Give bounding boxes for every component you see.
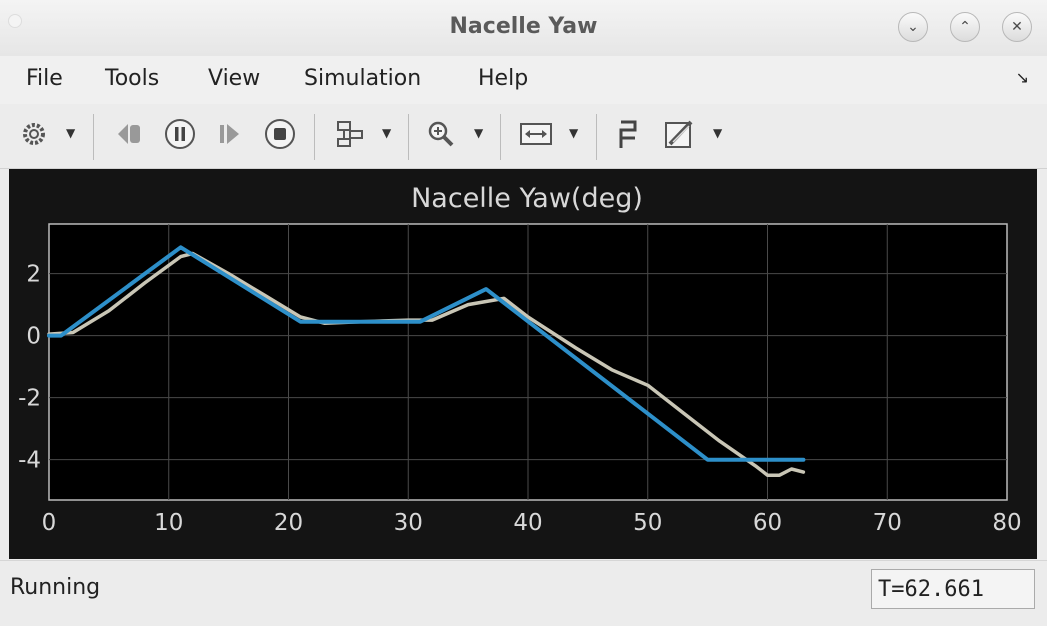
y-tick-label: 2 — [26, 262, 41, 288]
menu-simulation[interactable]: Simulation — [304, 66, 421, 91]
scope-plot-area[interactable]: Nacelle Yaw(deg) 0 10 20 30 40 50 60 70 80 2 0 -2 -4 — [9, 169, 1037, 559]
toolbar-separator — [596, 114, 597, 160]
maximize-button[interactable]: ⌃ — [950, 12, 980, 42]
menu-help[interactable]: Help — [478, 66, 528, 91]
simulation-time: T=62.661 — [871, 569, 1035, 609]
style-dropdown-icon[interactable]: ▼ — [713, 126, 722, 140]
zoom-in-icon[interactable] — [422, 116, 460, 152]
x-tick-label: 20 — [274, 510, 303, 536]
y-tick-label: 0 — [26, 324, 41, 350]
zoom-dropdown-icon[interactable]: ▼ — [474, 126, 483, 140]
x-tick-label: 30 — [394, 510, 423, 536]
toolbar-separator — [408, 114, 409, 160]
nacelle-yaw-chart[interactable]: Nacelle Yaw(deg) 0 10 20 30 40 50 60 70 8020-2-4 — [9, 169, 1037, 559]
dock-arrow-icon[interactable]: ↘ — [1016, 68, 1029, 87]
stop-icon[interactable] — [262, 116, 298, 152]
toolbar-separator — [314, 114, 315, 160]
y-tick-label: -4 — [18, 448, 41, 474]
x-tick-label: 60 — [753, 510, 782, 536]
x-tick-label: 40 — [513, 510, 542, 536]
status-bar: Running T=62.661 — [0, 560, 1047, 626]
window-title: Nacelle Yaw — [449, 14, 598, 39]
scope-window: Nacelle Yaw ⌄ ⌃ ✕ File Tools View Simula… — [0, 0, 1047, 626]
x-tick-label: 50 — [633, 510, 662, 536]
menu-file[interactable]: File — [26, 66, 63, 91]
x-tick-label: 10 — [154, 510, 183, 536]
menu-view[interactable]: View — [208, 66, 260, 91]
toolbar-separator — [500, 114, 501, 160]
step-forward-icon[interactable] — [212, 116, 248, 152]
toolbar: ▼ ▼ ▼ ▼ ▼ — [0, 104, 1047, 169]
edit-style-icon[interactable] — [660, 116, 698, 152]
fit-dropdown-icon[interactable]: ▼ — [569, 126, 578, 140]
title-bar[interactable]: Nacelle Yaw ⌄ ⌃ ✕ — [0, 0, 1047, 57]
cursor-measure-icon[interactable] — [610, 116, 646, 152]
chevron-down-icon: ⌄ — [907, 19, 919, 35]
chart-title: Nacelle Yaw(deg) — [411, 183, 643, 214]
step-back-icon[interactable] — [110, 116, 148, 152]
settings-dropdown-icon[interactable]: ▼ — [66, 126, 75, 140]
x-tick-label: 0 — [42, 510, 57, 536]
menu-tools[interactable]: Tools — [105, 66, 159, 91]
chevron-up-icon: ⌃ — [959, 19, 971, 35]
pause-icon[interactable] — [162, 116, 198, 152]
y-tick-label: -2 — [18, 386, 41, 412]
menu-bar: File Tools View Simulation Help ↘ — [0, 56, 1047, 104]
signal-hierarchy-icon[interactable] — [330, 116, 370, 152]
gear-icon[interactable] — [16, 116, 52, 152]
minimize-button[interactable]: ⌄ — [898, 12, 928, 42]
toolbar-separator — [93, 114, 94, 160]
status-text: Running — [10, 575, 101, 600]
x-tick-label: 70 — [873, 510, 902, 536]
close-button[interactable]: ✕ — [1002, 12, 1032, 42]
hierarchy-dropdown-icon[interactable]: ▼ — [382, 126, 391, 140]
fit-to-view-icon[interactable] — [516, 116, 556, 152]
close-icon: ✕ — [1011, 19, 1023, 35]
x-tick-label: 80 — [992, 510, 1021, 536]
